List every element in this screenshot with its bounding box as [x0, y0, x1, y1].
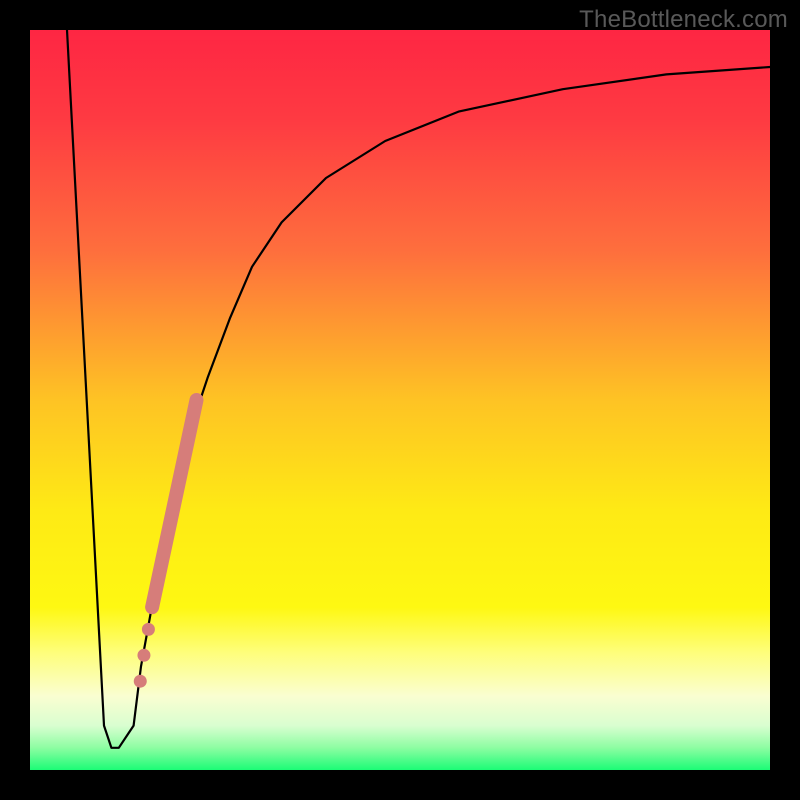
highlight-dot [142, 623, 155, 636]
highlight-dots [134, 623, 155, 688]
highlight-dot [134, 675, 147, 688]
bottleneck-curve [67, 30, 770, 748]
watermark-text: TheBottleneck.com [579, 6, 788, 34]
chart-svg [30, 30, 770, 770]
plot-area [30, 30, 770, 770]
chart-frame: TheBottleneck.com [0, 0, 800, 800]
highlight-segment [152, 400, 196, 607]
highlight-dot [137, 649, 150, 662]
